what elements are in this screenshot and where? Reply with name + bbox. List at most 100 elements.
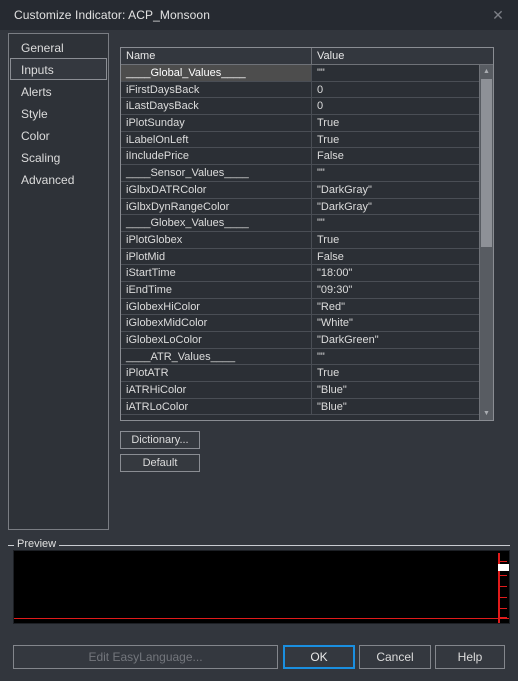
table-row[interactable]: iPlotSunday True <box>121 115 479 132</box>
tab-scaling[interactable]: Scaling <box>10 146 107 168</box>
preview-rule <box>14 545 510 546</box>
column-header-value: Value <box>317 50 345 62</box>
table-row[interactable]: iPlotMid False <box>121 248 479 266</box>
preview-chart <box>13 550 510 624</box>
input-value-cell[interactable]: "" <box>312 215 479 231</box>
input-name-cell: ____ATR_Values____ <box>121 348 312 365</box>
input-name-cell: ____Globex_Values____ <box>121 215 312 231</box>
input-name-cell: iGlobexHiColor <box>121 298 312 315</box>
tab-alerts[interactable]: Alerts <box>10 80 107 102</box>
input-value-cell[interactable]: "" <box>312 165 479 181</box>
preview-price-marker <box>498 564 509 571</box>
preview-tick <box>498 617 507 618</box>
input-value-cell[interactable]: False <box>312 249 479 265</box>
input-value-cell[interactable]: "Blue" <box>312 399 479 415</box>
input-value-cell[interactable]: "White" <box>312 315 479 331</box>
input-value-cell[interactable]: "DarkGray" <box>312 199 479 215</box>
default-button[interactable]: Default <box>120 454 200 472</box>
grid-vertical-scrollbar[interactable]: ▲ ▼ <box>479 65 493 420</box>
input-value-cell[interactable]: True <box>312 232 479 248</box>
input-value-cell[interactable]: "Red" <box>312 299 479 315</box>
input-value-cell[interactable]: "DarkGray" <box>312 182 479 198</box>
preview-tick <box>498 597 507 598</box>
input-name-cell: iStartTime <box>121 265 312 281</box>
input-value-cell[interactable]: 0 <box>312 82 479 98</box>
input-value-cell[interactable]: "18:00" <box>312 265 479 281</box>
preview-tick <box>498 608 507 609</box>
tab-general[interactable]: General <box>10 36 107 58</box>
input-name-cell: iPlotGlobex <box>121 231 312 248</box>
input-name-cell: iEndTime <box>121 281 312 298</box>
table-row[interactable]: iGlobexHiColor "Red" <box>121 298 479 316</box>
column-header-name: Name <box>121 48 312 64</box>
input-value-cell[interactable]: "09:30" <box>312 282 479 298</box>
preview-group: Preview <box>8 538 510 638</box>
input-value-cell[interactable]: "DarkGreen" <box>312 332 479 348</box>
ok-button[interactable]: OK <box>283 645 355 669</box>
input-value-cell[interactable]: True <box>312 115 479 131</box>
input-name-cell: iLabelOnLeft <box>121 131 312 148</box>
footer-bar: Edit EasyLanguage... OK Cancel Help <box>0 643 518 681</box>
input-name-cell: iPlotATR <box>121 365 312 382</box>
input-value-cell[interactable]: "" <box>312 349 479 365</box>
input-name-cell: ____Global_Values____ <box>121 65 312 81</box>
table-row[interactable]: iStartTime "18:00" <box>121 265 479 282</box>
table-row[interactable]: iLabelOnLeft True <box>121 131 479 149</box>
input-name-cell: iATRLoColor <box>121 398 312 415</box>
scroll-down-icon[interactable]: ▼ <box>480 407 493 420</box>
scrollbar-thumb[interactable] <box>481 79 492 247</box>
table-row[interactable]: iGlbxDynRangeColor "DarkGray" <box>121 198 479 216</box>
input-value-cell[interactable]: False <box>312 148 479 164</box>
table-row[interactable]: iATRLoColor "Blue" <box>121 398 479 416</box>
input-name-cell: iPlotMid <box>121 248 312 265</box>
grid-body[interactable]: ____Global_Values____ "" iFirstDaysBack 0 iL… <box>121 65 479 420</box>
preview-tick <box>498 575 507 576</box>
table-row[interactable]: iIncludePrice False <box>121 148 479 166</box>
tab-list: General Inputs Alerts Style Color Scalin… <box>8 33 109 530</box>
input-name-cell: iLastDaysBack <box>121 98 312 115</box>
title-bar: Customize Indicator: ACP_Monsoon ✕ <box>0 0 518 30</box>
tab-color[interactable]: Color <box>10 124 107 146</box>
table-row[interactable]: iEndTime "09:30" <box>121 281 479 299</box>
input-value-cell[interactable]: True <box>312 365 479 381</box>
input-name-cell: iGlbxDynRangeColor <box>121 198 312 215</box>
tab-advanced[interactable]: Advanced <box>10 168 107 190</box>
window-title: Customize Indicator: ACP_Monsoon <box>14 8 210 22</box>
table-row[interactable]: ____ATR_Values____ "" <box>121 348 479 366</box>
inputs-grid: Name Value ____Global_Values____ "" iFirst… <box>120 47 494 421</box>
inputs-pane: Name Value ____Global_Values____ "" iFirst… <box>110 33 510 530</box>
input-name-cell: iGlbxDATRColor <box>121 181 312 198</box>
grid-header-row: Name Value <box>121 48 493 65</box>
scroll-up-icon[interactable]: ▲ <box>480 65 493 78</box>
edit-easylanguage-button[interactable]: Edit EasyLanguage... <box>13 645 278 669</box>
tab-style[interactable]: Style <box>10 102 107 124</box>
input-value-cell[interactable]: True <box>312 132 479 148</box>
input-value-cell[interactable]: "" <box>312 65 479 81</box>
tab-inputs[interactable]: Inputs <box>10 58 107 80</box>
table-row[interactable]: iGlobexLoColor "DarkGreen" <box>121 332 479 349</box>
input-name-cell: iFirstDaysBack <box>121 81 312 98</box>
table-row[interactable]: ____Globex_Values____ "" <box>121 215 479 232</box>
table-row[interactable]: iFirstDaysBack 0 <box>121 81 479 99</box>
close-icon[interactable]: ✕ <box>478 0 518 30</box>
table-row[interactable]: iGlobexMidColor "White" <box>121 315 479 332</box>
input-name-cell: iGlobexMidColor <box>121 315 312 331</box>
dictionary-button[interactable]: Dictionary... <box>120 431 200 449</box>
cancel-button[interactable]: Cancel <box>359 645 431 669</box>
table-row[interactable]: iPlotATR True <box>121 365 479 383</box>
table-row[interactable]: iGlbxDATRColor "DarkGray" <box>121 181 479 199</box>
customize-indicator-dialog: Customize Indicator: ACP_Monsoon ✕ Gener… <box>0 0 518 681</box>
input-name-cell: iIncludePrice <box>121 148 312 165</box>
input-name-cell: ____Sensor_Values____ <box>121 165 312 181</box>
table-row[interactable]: ____Sensor_Values____ "" <box>121 165 479 182</box>
input-value-cell[interactable]: 0 <box>312 98 479 114</box>
preview-tick <box>498 586 507 587</box>
table-row[interactable]: iPlotGlobex True <box>121 231 479 249</box>
preview-baseline <box>14 618 509 619</box>
help-button[interactable]: Help <box>435 645 505 669</box>
table-row[interactable]: iLastDaysBack 0 <box>121 98 479 116</box>
table-row[interactable]: ____Global_Values____ "" <box>121 65 479 82</box>
preview-tick <box>498 561 507 562</box>
input-value-cell[interactable]: "Blue" <box>312 382 479 398</box>
table-row[interactable]: iATRHiColor "Blue" <box>121 382 479 399</box>
